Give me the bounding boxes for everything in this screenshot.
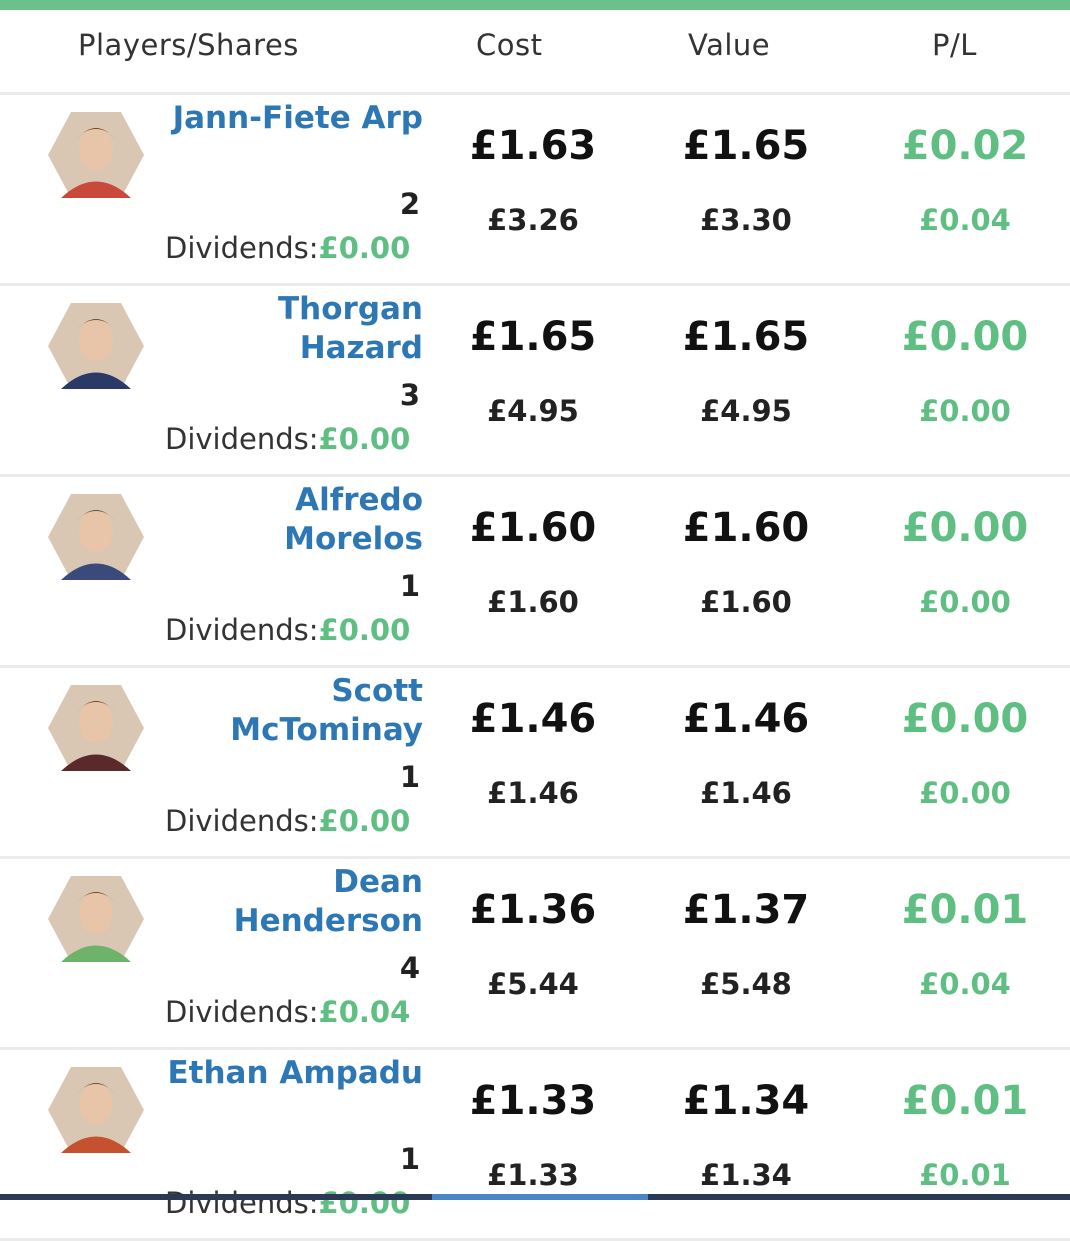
value-total: £1.46 bbox=[700, 776, 792, 810]
cost-per-share: £1.46 bbox=[469, 696, 597, 742]
value-per-share: £1.34 bbox=[682, 1078, 810, 1124]
profit-loss-total: £0.01 bbox=[919, 1158, 1011, 1192]
header-profit-loss: P/L bbox=[932, 28, 977, 62]
profit-loss-total: £0.04 bbox=[919, 203, 1011, 237]
shares-count: 1 bbox=[399, 569, 420, 603]
bottom-nav-active-indicator bbox=[432, 1194, 648, 1200]
value-per-share: £1.65 bbox=[682, 314, 810, 360]
dividends-line: Dividends:£0.00 bbox=[165, 422, 410, 456]
cost-total: £1.46 bbox=[487, 776, 579, 810]
cost-per-share: £1.63 bbox=[469, 123, 597, 169]
holding-row[interactable]: Dean Henderson 4 Dividends:£0.04 £1.36 £… bbox=[0, 859, 1070, 1050]
profit-loss-per-share: £0.01 bbox=[901, 887, 1029, 933]
player-name-link[interactable]: Ethan Ampadu bbox=[163, 1054, 423, 1093]
holdings-list: Jann-Fiete Arp 2 Dividends:£0.00 £1.63 £… bbox=[0, 95, 1070, 1241]
profit-loss-per-share: £0.00 bbox=[901, 314, 1029, 360]
header-players-shares: Players/Shares bbox=[78, 28, 299, 62]
shares-count: 2 bbox=[399, 187, 420, 221]
shares-count: 3 bbox=[399, 378, 420, 412]
top-accent-bar bbox=[0, 0, 1070, 10]
profit-loss-per-share: £0.01 bbox=[901, 1078, 1029, 1124]
profit-loss-total: £0.04 bbox=[919, 967, 1011, 1001]
player-avatar[interactable] bbox=[47, 491, 145, 583]
profit-loss-total: £0.00 bbox=[919, 394, 1011, 428]
dividends-label: Dividends: bbox=[165, 613, 319, 647]
dividends-label: Dividends: bbox=[165, 422, 319, 456]
shares-count: 4 bbox=[399, 951, 420, 985]
dividends-label: Dividends: bbox=[165, 231, 319, 265]
value-per-share: £1.46 bbox=[682, 696, 810, 742]
dividends-label: Dividends: bbox=[165, 1186, 319, 1220]
holding-row[interactable]: Jann-Fiete Arp 2 Dividends:£0.00 £1.63 £… bbox=[0, 95, 1070, 286]
dividends-label: Dividends: bbox=[165, 804, 319, 838]
cost-per-share: £1.33 bbox=[469, 1078, 597, 1124]
player-avatar[interactable] bbox=[47, 1064, 145, 1156]
value-total: £3.30 bbox=[700, 203, 792, 237]
cost-per-share: £1.36 bbox=[469, 887, 597, 933]
player-avatar[interactable] bbox=[47, 873, 145, 965]
player-name-link[interactable]: Jann-Fiete Arp bbox=[163, 99, 423, 138]
dividends-value: £0.04 bbox=[318, 995, 411, 1029]
profit-loss-total: £0.00 bbox=[919, 776, 1011, 810]
profit-loss-per-share: £0.02 bbox=[901, 123, 1029, 169]
player-avatar[interactable] bbox=[47, 109, 145, 201]
holding-row[interactable]: Scott McTominay 1 Dividends:£0.00 £1.46 … bbox=[0, 668, 1070, 859]
shares-count: 1 bbox=[399, 760, 420, 794]
cost-total: £1.33 bbox=[487, 1158, 579, 1192]
cost-total: £1.60 bbox=[487, 585, 579, 619]
cost-total: £5.44 bbox=[487, 967, 579, 1001]
header-cost: Cost bbox=[476, 28, 543, 62]
shares-count: 1 bbox=[399, 1142, 420, 1176]
dividends-line: Dividends:£0.00 bbox=[165, 804, 410, 838]
value-per-share: £1.37 bbox=[682, 887, 810, 933]
dividends-value: £0.00 bbox=[318, 804, 411, 838]
holding-row[interactable]: Thorgan Hazard 3 Dividends:£0.00 £1.65 £… bbox=[0, 286, 1070, 477]
player-name-link[interactable]: Thorgan Hazard bbox=[163, 290, 423, 368]
cost-per-share: £1.60 bbox=[469, 505, 597, 551]
player-avatar[interactable] bbox=[47, 300, 145, 392]
profit-loss-total: £0.00 bbox=[919, 585, 1011, 619]
player-name-link[interactable]: Dean Henderson bbox=[163, 863, 423, 941]
player-name-link[interactable]: Alfredo Morelos bbox=[163, 481, 423, 559]
dividends-label: Dividends: bbox=[165, 995, 319, 1029]
value-total: £1.34 bbox=[700, 1158, 792, 1192]
cost-per-share: £1.65 bbox=[469, 314, 597, 360]
dividends-line: Dividends:£0.04 bbox=[165, 995, 410, 1029]
value-per-share: £1.60 bbox=[682, 505, 810, 551]
profit-loss-per-share: £0.00 bbox=[901, 505, 1029, 551]
dividends-value: £0.00 bbox=[318, 613, 411, 647]
dividends-line: Dividends:£0.00 bbox=[165, 613, 410, 647]
profit-loss-per-share: £0.00 bbox=[901, 696, 1029, 742]
dividends-line: Dividends:£0.00 bbox=[165, 1186, 410, 1220]
value-total: £5.48 bbox=[700, 967, 792, 1001]
cost-total: £4.95 bbox=[487, 394, 579, 428]
bottom-nav-bar bbox=[0, 1194, 1070, 1200]
holding-row[interactable]: Alfredo Morelos 1 Dividends:£0.00 £1.60 … bbox=[0, 477, 1070, 668]
dividends-value: £0.00 bbox=[318, 231, 411, 265]
holding-row[interactable]: Ethan Ampadu 1 Dividends:£0.00 £1.33 £1.… bbox=[0, 1050, 1070, 1241]
player-name-link[interactable]: Scott McTominay bbox=[163, 672, 423, 750]
dividends-line: Dividends:£0.00 bbox=[165, 231, 410, 265]
value-total: £4.95 bbox=[700, 394, 792, 428]
table-header: Players/Shares Cost Value P/L bbox=[0, 10, 1070, 95]
header-value: Value bbox=[688, 28, 771, 62]
value-per-share: £1.65 bbox=[682, 123, 810, 169]
cost-total: £3.26 bbox=[487, 203, 579, 237]
value-total: £1.60 bbox=[700, 585, 792, 619]
dividends-value: £0.00 bbox=[318, 422, 411, 456]
dividends-value: £0.00 bbox=[318, 1186, 411, 1220]
player-avatar[interactable] bbox=[47, 682, 145, 774]
